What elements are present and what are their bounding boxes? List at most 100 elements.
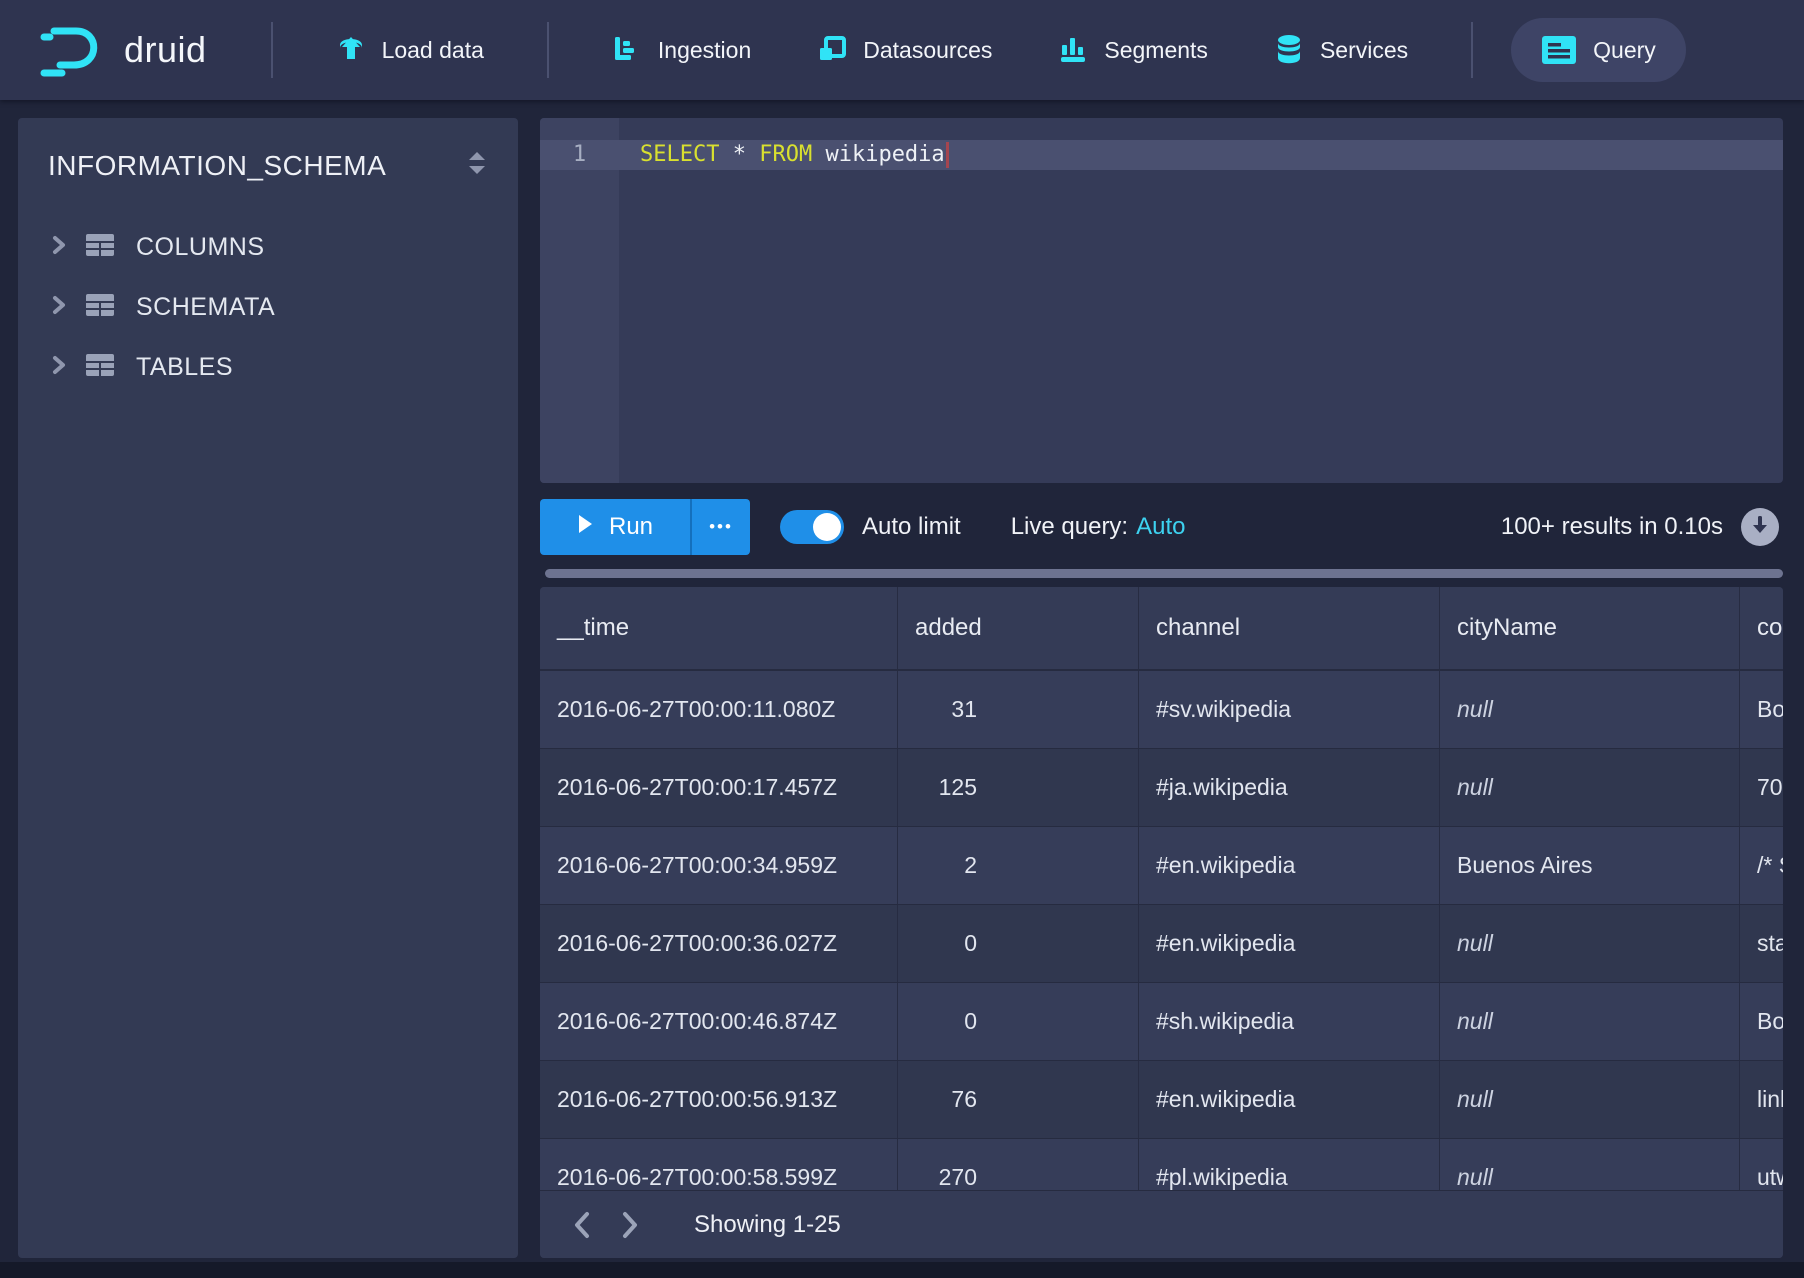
editor-gutter bbox=[540, 118, 619, 483]
cell-cityName[interactable]: Buenos Aires bbox=[1440, 827, 1740, 904]
cell-added[interactable]: 0 bbox=[898, 905, 1139, 982]
more-icon: ••• bbox=[709, 517, 733, 537]
nav-divider bbox=[547, 22, 549, 78]
nav-divider bbox=[1471, 22, 1473, 78]
cell-comment[interactable]: utw bbox=[1740, 1139, 1783, 1190]
query-icon bbox=[1541, 35, 1577, 65]
download-results-button[interactable] bbox=[1741, 508, 1779, 546]
query-toolbar: Run ••• Auto limit Live query:Auto 100+ … bbox=[540, 497, 1783, 557]
cell-__time[interactable]: 2016-06-27T00:00:36.027Z bbox=[540, 905, 898, 982]
cell-channel[interactable]: #sh.wikipedia bbox=[1139, 983, 1440, 1060]
cell-__time[interactable]: 2016-06-27T00:00:56.913Z bbox=[540, 1061, 898, 1138]
table-row: 2016-06-27T00:00:56.913Z76#en.wikipedian… bbox=[540, 1061, 1783, 1139]
run-more-button[interactable]: ••• bbox=[690, 499, 750, 555]
chevron-right-icon bbox=[50, 355, 68, 380]
nav-divider bbox=[271, 22, 273, 78]
run-button-label: Run bbox=[609, 513, 653, 541]
cell-added[interactable]: 125 bbox=[898, 749, 1139, 826]
cell-cityName[interactable]: null bbox=[1440, 749, 1740, 826]
cell-added[interactable]: 0 bbox=[898, 983, 1139, 1060]
cell-__time[interactable]: 2016-06-27T00:00:17.457Z bbox=[540, 749, 898, 826]
cell-channel[interactable]: #pl.wikipedia bbox=[1139, 1139, 1440, 1190]
table-row: 2016-06-27T00:00:17.457Z125#ja.wikipedia… bbox=[540, 749, 1783, 827]
table-icon bbox=[84, 231, 116, 264]
cell-__time[interactable]: 2016-06-27T00:00:34.959Z bbox=[540, 827, 898, 904]
druid-logo-icon bbox=[40, 23, 106, 77]
cell-added[interactable]: 270 bbox=[898, 1139, 1139, 1190]
cell-cityName[interactable]: null bbox=[1440, 671, 1740, 748]
live-query: Live query:Auto bbox=[1011, 513, 1186, 541]
cell-comment[interactable]: /* S bbox=[1740, 827, 1783, 904]
table-row: 2016-06-27T00:00:11.080Z31#sv.wikipedian… bbox=[540, 671, 1783, 749]
sql-code-line[interactable]: SELECT * FROM wikipedia bbox=[640, 140, 949, 170]
auto-limit-label: Auto limit bbox=[862, 513, 961, 541]
download-icon bbox=[1750, 514, 1770, 541]
nav-item-services[interactable]: Services bbox=[1241, 0, 1441, 100]
cell-__time[interactable]: 2016-06-27T00:00:46.874Z bbox=[540, 983, 898, 1060]
nav-item-label: Segments bbox=[1104, 37, 1208, 64]
next-page-button[interactable] bbox=[606, 1201, 654, 1249]
cell-added[interactable]: 2 bbox=[898, 827, 1139, 904]
column-header-added[interactable]: added bbox=[898, 587, 1139, 669]
cell-channel[interactable]: #en.wikipedia bbox=[1139, 827, 1440, 904]
cell-channel[interactable]: #ja.wikipedia bbox=[1139, 749, 1440, 826]
navbar: druid Load data Ingestion bbox=[0, 0, 1804, 100]
nav-item-load-data[interactable]: Load data bbox=[303, 0, 517, 100]
sql-table-name: wikipedia bbox=[812, 142, 944, 167]
cell-comment[interactable]: Bot bbox=[1740, 671, 1783, 748]
column-header-cityName[interactable]: cityName bbox=[1440, 587, 1740, 669]
tree-item-columns[interactable]: COLUMNS bbox=[18, 217, 518, 277]
cell-added[interactable]: 31 bbox=[898, 671, 1139, 748]
cell-comment[interactable]: 70: bbox=[1740, 749, 1783, 826]
table-icon bbox=[84, 351, 116, 384]
schema-sidebar: INFORMATION_SCHEMA bbox=[18, 118, 518, 1258]
sql-keyword: SELECT bbox=[640, 142, 719, 167]
column-header-__time[interactable]: __time bbox=[540, 587, 898, 669]
nav-item-label: Services bbox=[1320, 37, 1408, 64]
live-query-value[interactable]: Auto bbox=[1136, 513, 1185, 540]
sort-icon[interactable] bbox=[464, 148, 490, 183]
chevron-right-icon bbox=[50, 235, 68, 260]
cell-channel[interactable]: #en.wikipedia bbox=[1139, 905, 1440, 982]
cell-comment[interactable]: link bbox=[1740, 1061, 1783, 1138]
schema-tree: COLUMNS SCHEMATA bbox=[18, 217, 518, 397]
results-body: 2016-06-27T00:00:11.080Z31#sv.wikipedian… bbox=[540, 671, 1783, 1190]
results-header-row: __timeaddedchannelcityNamecomment bbox=[540, 587, 1783, 671]
nav-item-query[interactable]: Query bbox=[1511, 18, 1686, 82]
cell-cityName[interactable]: null bbox=[1440, 905, 1740, 982]
tree-item-schemata[interactable]: SCHEMATA bbox=[18, 277, 518, 337]
prev-page-button[interactable] bbox=[558, 1201, 606, 1249]
brand[interactable]: druid bbox=[40, 23, 207, 77]
nav-item-ingestion[interactable]: Ingestion bbox=[579, 0, 784, 100]
sql-keyword: FROM bbox=[759, 142, 812, 167]
cell-channel[interactable]: #sv.wikipedia bbox=[1139, 671, 1440, 748]
cell-cityName[interactable]: null bbox=[1440, 1139, 1740, 1190]
column-header-channel[interactable]: channel bbox=[1139, 587, 1440, 669]
cell-channel[interactable]: #en.wikipedia bbox=[1139, 1061, 1440, 1138]
cell-__time[interactable]: 2016-06-27T00:00:58.599Z bbox=[540, 1139, 898, 1190]
run-button-group: Run ••• bbox=[540, 499, 750, 555]
horizontal-scrollbar[interactable] bbox=[545, 569, 1783, 578]
cell-cityName[interactable]: null bbox=[1440, 1061, 1740, 1138]
cell-cityName[interactable]: null bbox=[1440, 983, 1740, 1060]
bottom-strip bbox=[0, 1262, 1804, 1278]
cell-added[interactable]: 76 bbox=[898, 1061, 1139, 1138]
run-button[interactable]: Run bbox=[540, 499, 690, 555]
cell-comment[interactable]: sta bbox=[1740, 905, 1783, 982]
brand-name: druid bbox=[124, 29, 207, 71]
cell-comment[interactable]: Bot bbox=[1740, 983, 1783, 1060]
upload-icon bbox=[336, 35, 366, 65]
schema-title: INFORMATION_SCHEMA bbox=[48, 150, 386, 182]
sql-editor[interactable]: 1 SELECT * FROM wikipedia bbox=[540, 118, 1783, 483]
table-row: 2016-06-27T00:00:36.027Z0#en.wikipedianu… bbox=[540, 905, 1783, 983]
nav-item-datasources[interactable]: Datasources bbox=[784, 0, 1025, 100]
column-header-comment[interactable]: comment bbox=[1740, 587, 1783, 669]
results-table: __timeaddedchannelcityNamecomment 2016-0… bbox=[540, 587, 1783, 1258]
nav-item-segments[interactable]: Segments bbox=[1025, 0, 1241, 100]
play-icon bbox=[577, 513, 593, 541]
tree-item-tables[interactable]: TABLES bbox=[18, 337, 518, 397]
cell-__time[interactable]: 2016-06-27T00:00:11.080Z bbox=[540, 671, 898, 748]
tree-item-label: COLUMNS bbox=[136, 233, 265, 262]
results-summary: 100+ results in 0.10s bbox=[1501, 513, 1723, 541]
auto-limit-toggle[interactable] bbox=[780, 510, 844, 544]
